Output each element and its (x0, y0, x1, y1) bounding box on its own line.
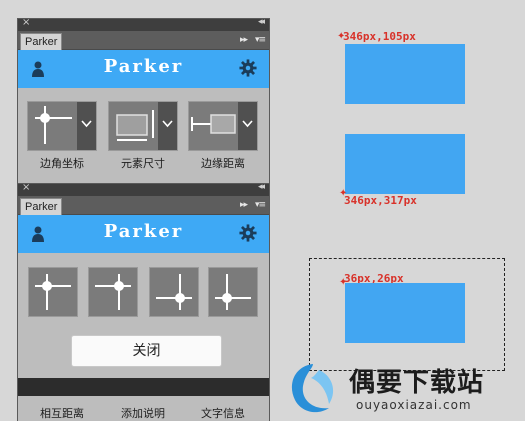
panel-menu-icon[interactable]: ▾≡ (255, 200, 266, 210)
tool-label: 元素尺寸 (121, 157, 165, 170)
dropdown-toggle[interactable] (238, 102, 257, 150)
panel-titlebar[interactable]: × ◂◂ (18, 17, 269, 31)
tool-label: 相互距离 (40, 407, 84, 420)
chevron-down-icon (162, 120, 173, 128)
chevron-down-icon (242, 120, 253, 128)
site-watermark: 偶要下载站 ouyaoxiazai.com (283, 358, 523, 418)
tab-parker[interactable]: Parker (20, 198, 63, 215)
panel-tabbar: Parker ▸▸ ▾≡ (18, 31, 269, 50)
tool-label: 边角坐标 (40, 157, 84, 170)
corner-option-bottom-right[interactable] (149, 267, 199, 317)
close-panel-icon[interactable]: × (22, 17, 30, 28)
gear-icon[interactable] (239, 224, 257, 242)
brand-title: Parker (103, 56, 184, 77)
tool-row: 边角坐标 元素尺寸 边缘距离 (18, 88, 269, 170)
collapse-icon[interactable]: ◂◂ (258, 17, 265, 27)
watermark-logo-icon (291, 364, 334, 413)
bottom-right-corner-icon (156, 274, 192, 310)
tab-parker[interactable]: Parker (20, 33, 63, 50)
chevron-down-icon (81, 120, 92, 128)
edge-distance-button[interactable] (188, 101, 258, 151)
hidden-tool-strip (18, 378, 269, 396)
coordinate-label: 346px,105px (343, 30, 416, 43)
top-left-corner-icon (35, 274, 71, 310)
parker-panel-top: × ◂◂ Parker ▸▸ ▾≡ Parker 边角坐标 元素尺寸 边缘距离 (17, 17, 270, 188)
demo-box (345, 134, 465, 194)
watermark-url: ouyaoxiazai.com (356, 398, 472, 412)
collapse-icon[interactable]: ◂◂ (258, 182, 265, 192)
element-size-icon (116, 110, 154, 141)
tool-label: 文字信息 (201, 407, 245, 420)
plugin-header: Parker (18, 50, 269, 88)
element-size-button[interactable] (108, 101, 178, 151)
demo-box (345, 44, 465, 104)
expand-icon[interactable]: ▸▸ (240, 200, 248, 210)
corner-option-top-left[interactable] (28, 267, 78, 317)
coordinate-label: 346px,317px (344, 194, 417, 207)
dropdown-toggle[interactable] (77, 102, 96, 150)
panel-menu-icon[interactable]: ▾≡ (255, 35, 266, 45)
close-panel-icon[interactable]: × (22, 182, 30, 193)
corner-option-top-right[interactable] (88, 267, 138, 317)
watermark-title: 偶要下载站 (349, 368, 485, 398)
expand-icon[interactable]: ▸▸ (240, 35, 248, 45)
edge-distance-icon (191, 114, 236, 134)
gear-icon[interactable] (239, 59, 257, 77)
corner-option-row (18, 253, 269, 328)
demo-box (345, 283, 465, 343)
top-right-corner-icon (95, 274, 131, 310)
tool-label: 添加说明 (121, 407, 165, 420)
corner-option-bottom-left[interactable] (208, 267, 258, 317)
brand-title: Parker (103, 221, 184, 242)
panel-titlebar[interactable]: × ◂◂ (18, 182, 269, 196)
panel-tabbar: Parker ▸▸ ▾≡ (18, 196, 269, 215)
plugin-header: Parker (18, 215, 269, 253)
tool-label: 边缘距离 (201, 157, 245, 170)
corner-coordinate-icon (35, 106, 72, 144)
close-button[interactable]: 关闭 (71, 335, 222, 367)
parker-panel-bottom: × ◂◂ Parker ▸▸ ▾≡ Parker 关闭 相互距离 添加说明 文字… (17, 182, 270, 421)
dropdown-toggle[interactable] (158, 102, 177, 150)
bottom-left-corner-icon (215, 274, 251, 310)
corner-coordinate-button[interactable] (27, 101, 97, 151)
